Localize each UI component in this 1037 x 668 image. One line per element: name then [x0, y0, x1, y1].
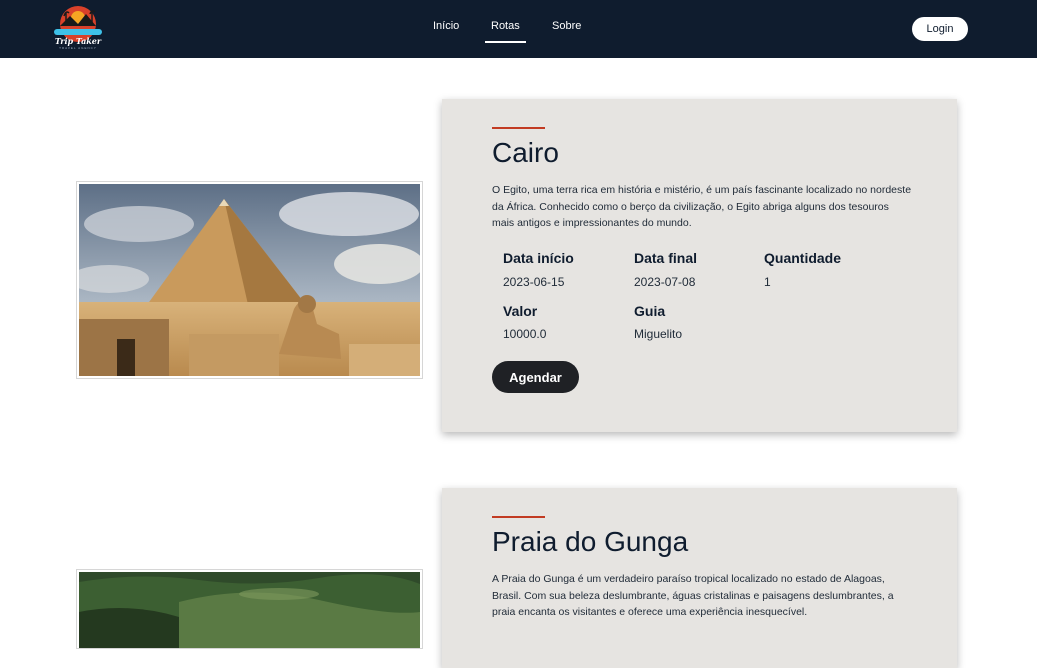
end-date-value: 2023-07-08 — [634, 275, 696, 289]
nav-link-sobre[interactable]: Sobre — [552, 20, 581, 32]
trip-card-cairo: Cairo O Egito, uma terra rica em históri… — [442, 99, 957, 432]
cairo-photo — [76, 181, 423, 379]
trip-title: Cairo — [492, 137, 559, 168]
logo-tagline: TRAVEL AGENCY — [59, 46, 97, 50]
trip-taker-logo[interactable]: Trip Taker TRAVEL AGENCY — [50, 4, 106, 52]
praia-do-gunga-photo — [76, 569, 423, 649]
nav-link-inicio[interactable]: Início — [433, 20, 459, 32]
trip-title: Praia do Gunga — [492, 526, 689, 557]
agendar-button[interactable]: Agendar — [492, 361, 579, 393]
pyramid-and-sphinx-photo — [79, 184, 420, 376]
logo-brand-name: Trip Taker — [54, 36, 102, 46]
quantity-label: Quantidade — [764, 250, 842, 266]
trip-card-praia-do-gunga: Praia do Gunga A Praia do Gunga é um ver… — [442, 488, 957, 668]
quantity-value: 1 — [764, 275, 771, 289]
start-date-label: Data início — [503, 250, 574, 266]
guide-value: Miguelito — [634, 327, 683, 341]
price-label: Valor — [503, 303, 538, 319]
price-value: 10000.0 — [503, 327, 547, 341]
guide-label: Guia — [634, 303, 666, 319]
end-date-label: Data final — [634, 250, 698, 266]
start-date-value: 2023-06-15 — [503, 275, 565, 289]
tropical-coast-photo — [79, 572, 420, 648]
trip-description: A Praia do Gunga é um verdadeiro paraíso… — [492, 573, 894, 618]
nav-link-rotas[interactable]: Rotas — [485, 20, 526, 43]
title-accent-line — [492, 516, 545, 518]
navbar: Trip Taker TRAVEL AGENCY Início Rotas So… — [0, 0, 1037, 58]
login-button[interactable]: Login — [912, 17, 968, 41]
title-accent-line — [492, 127, 545, 129]
trip-description: O Egito, uma terra rica em história e mi… — [492, 184, 912, 229]
